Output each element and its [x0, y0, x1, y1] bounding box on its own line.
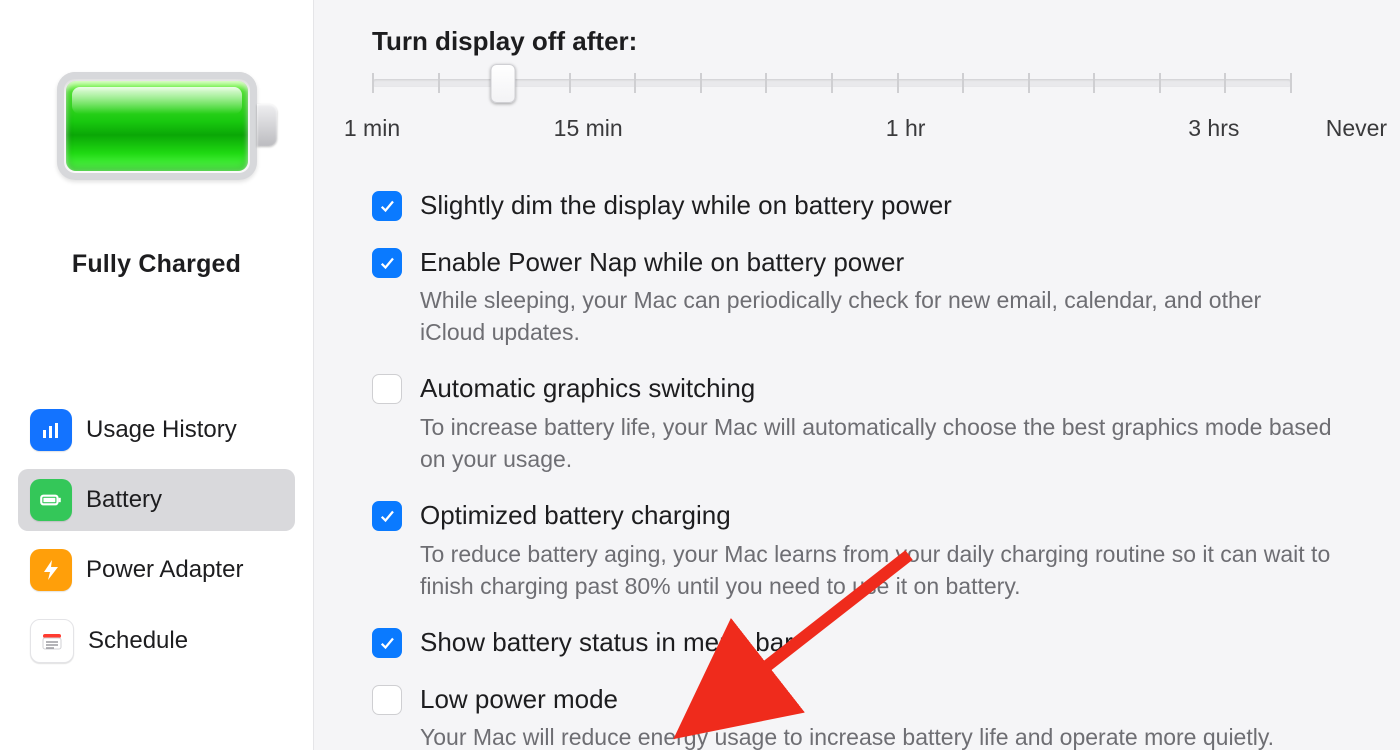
checkbox-menu-bar-status[interactable]	[372, 628, 402, 658]
sidebar-item-battery[interactable]: Battery	[18, 469, 295, 531]
option-label: Enable Power Nap while on battery power	[420, 246, 1332, 279]
slider-tick-label: Never	[1326, 115, 1387, 142]
slider-labels: 1 min15 min1 hr3 hrsNever	[372, 115, 1292, 145]
sidebar-item-power-adapter[interactable]: Power Adapter	[18, 539, 295, 601]
sidebar-item-label: Usage History	[86, 416, 237, 444]
sidebar-item-schedule[interactable]: Schedule	[18, 609, 295, 673]
options-list: Slightly dim the display while on batter…	[372, 189, 1332, 750]
bolt-icon	[30, 549, 72, 591]
battery-icon	[30, 479, 72, 521]
battery-hero-icon	[57, 72, 257, 180]
option-auto-graphics: Automatic graphics switching To increase …	[372, 372, 1332, 475]
option-label: Automatic graphics switching	[420, 372, 1332, 405]
checkbox-dim-display[interactable]	[372, 191, 402, 221]
option-description: While sleeping, your Mac can periodicall…	[420, 284, 1332, 348]
sidebar-item-label: Battery	[86, 486, 162, 514]
usage-history-icon	[30, 409, 72, 451]
slider-thumb[interactable]	[491, 64, 516, 103]
option-menu-bar-status: Show battery status in menu bar	[372, 626, 1332, 659]
option-optimized-charging: Optimized battery charging To reduce batt…	[372, 499, 1332, 602]
option-label: Low power mode	[420, 683, 1332, 716]
sidebar-item-usage-history[interactable]: Usage History	[18, 399, 295, 461]
option-power-nap: Enable Power Nap while on battery power W…	[372, 246, 1332, 349]
battery-preferences-window: Fully Charged Usage History Battery Powe…	[0, 0, 1400, 750]
sidebar-item-label: Power Adapter	[86, 556, 243, 584]
checkbox-optimized-charging[interactable]	[372, 501, 402, 531]
option-description: To reduce battery aging, your Mac learns…	[420, 538, 1332, 602]
option-label: Optimized battery charging	[420, 499, 1332, 532]
checkbox-auto-graphics[interactable]	[372, 374, 402, 404]
display-off-slider[interactable]: 1 min15 min1 hr3 hrsNever	[372, 79, 1292, 145]
slider-tick-label: 1 hr	[886, 115, 926, 142]
checkbox-low-power-mode[interactable]	[372, 685, 402, 715]
slider-tick-label: 3 hrs	[1188, 115, 1239, 142]
calendar-icon	[30, 619, 74, 663]
main-panel: Turn display off after: 1 min 15 min 1 hr 3…	[314, 0, 1400, 750]
sidebar-nav: Usage History Battery Power Adapter Sche…	[18, 399, 295, 673]
slider-tick-label: 15 min	[554, 115, 623, 142]
option-label: Show battery status in menu bar	[420, 626, 1332, 659]
option-description: Your Mac will reduce energy usage to inc…	[420, 721, 1332, 750]
sidebar: Fully Charged Usage History Battery Powe…	[0, 0, 314, 750]
option-description: To increase battery life, your Mac will …	[420, 411, 1332, 475]
battery-status-label: Fully Charged	[18, 250, 295, 279]
display-off-title: Turn display off after:	[372, 26, 1362, 57]
checkbox-power-nap[interactable]	[372, 248, 402, 278]
sidebar-item-label: Schedule	[88, 627, 188, 655]
slider-tick-label: 1 min	[344, 115, 400, 142]
option-dim-display: Slightly dim the display while on batter…	[372, 189, 1332, 222]
option-label: Slightly dim the display while on batter…	[420, 189, 1332, 222]
option-low-power-mode: Low power mode Your Mac will reduce energ…	[372, 683, 1332, 750]
